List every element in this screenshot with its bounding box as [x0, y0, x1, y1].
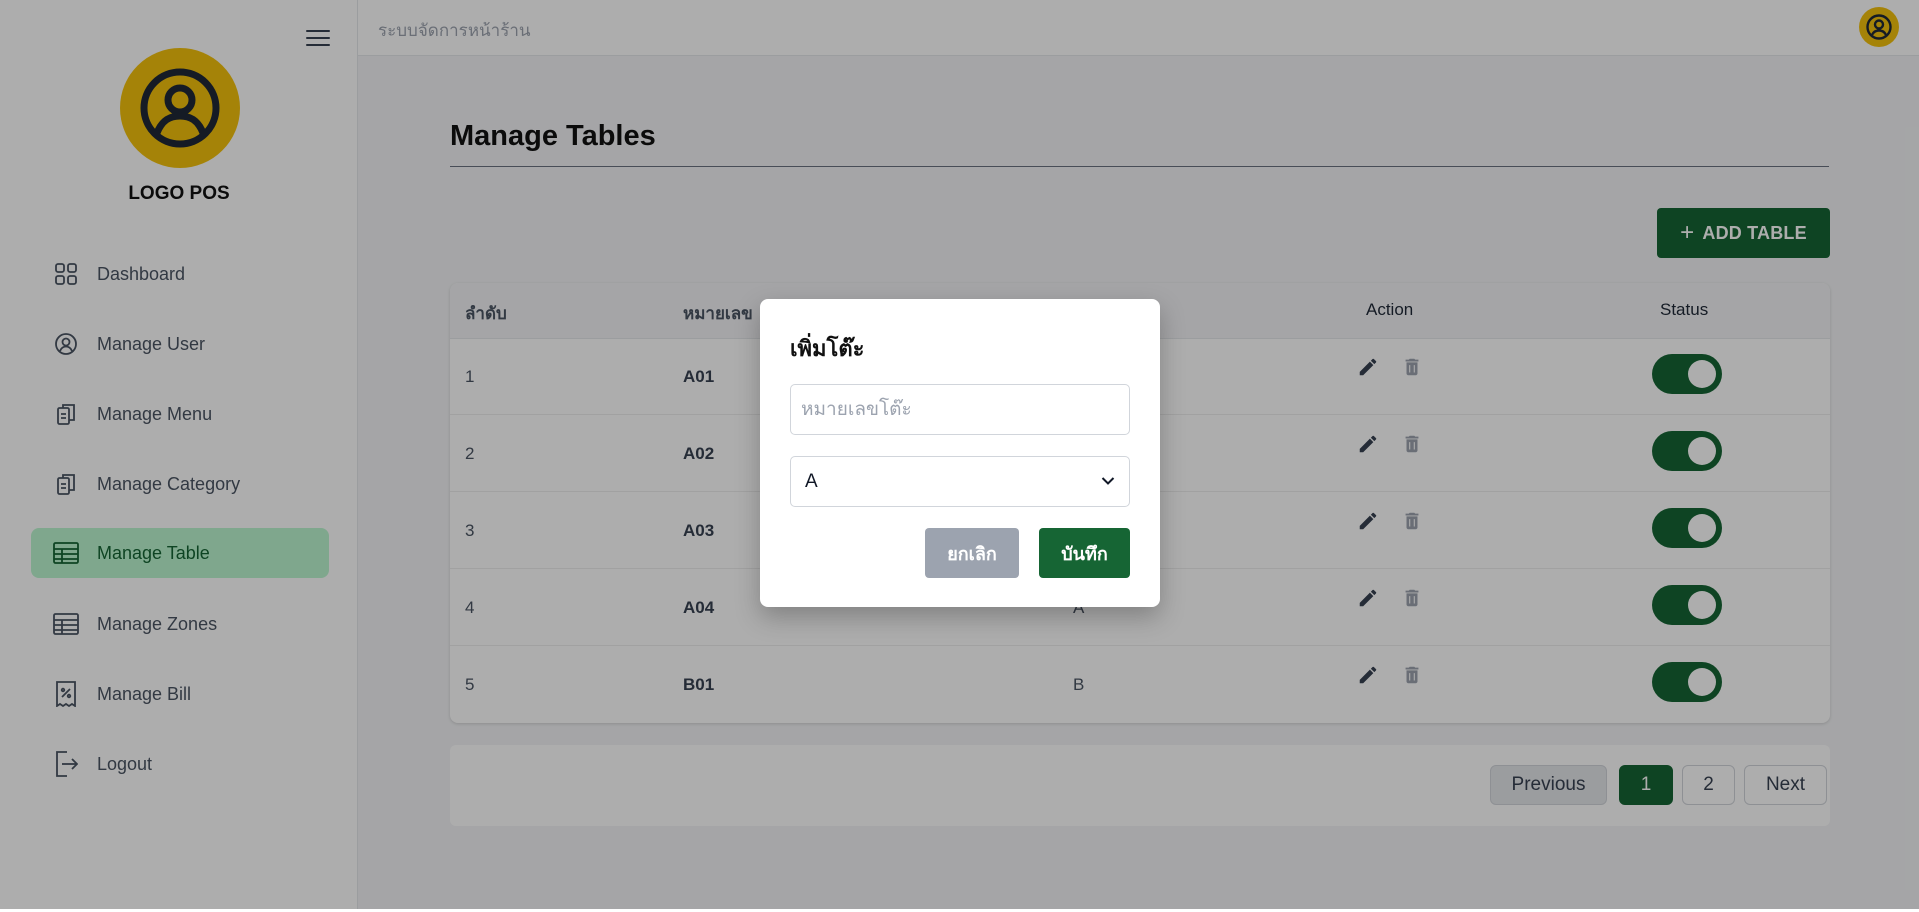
table-number-input[interactable]: [790, 384, 1130, 435]
app-root: LOGO POS Dashboard Manage User Manage Me…: [0, 0, 1919, 909]
modal-title: เพิ่มโต๊ะ: [790, 336, 865, 361]
zone-select[interactable]: A: [790, 456, 1130, 507]
zone-select-value: A: [805, 470, 818, 492]
chevron-down-icon: [1101, 473, 1115, 491]
add-table-modal: เพิ่มโต๊ะ A ยกเลิก บันทึก: [760, 299, 1160, 607]
cancel-button[interactable]: ยกเลิก: [925, 528, 1019, 578]
save-button[interactable]: บันทึก: [1039, 528, 1130, 578]
